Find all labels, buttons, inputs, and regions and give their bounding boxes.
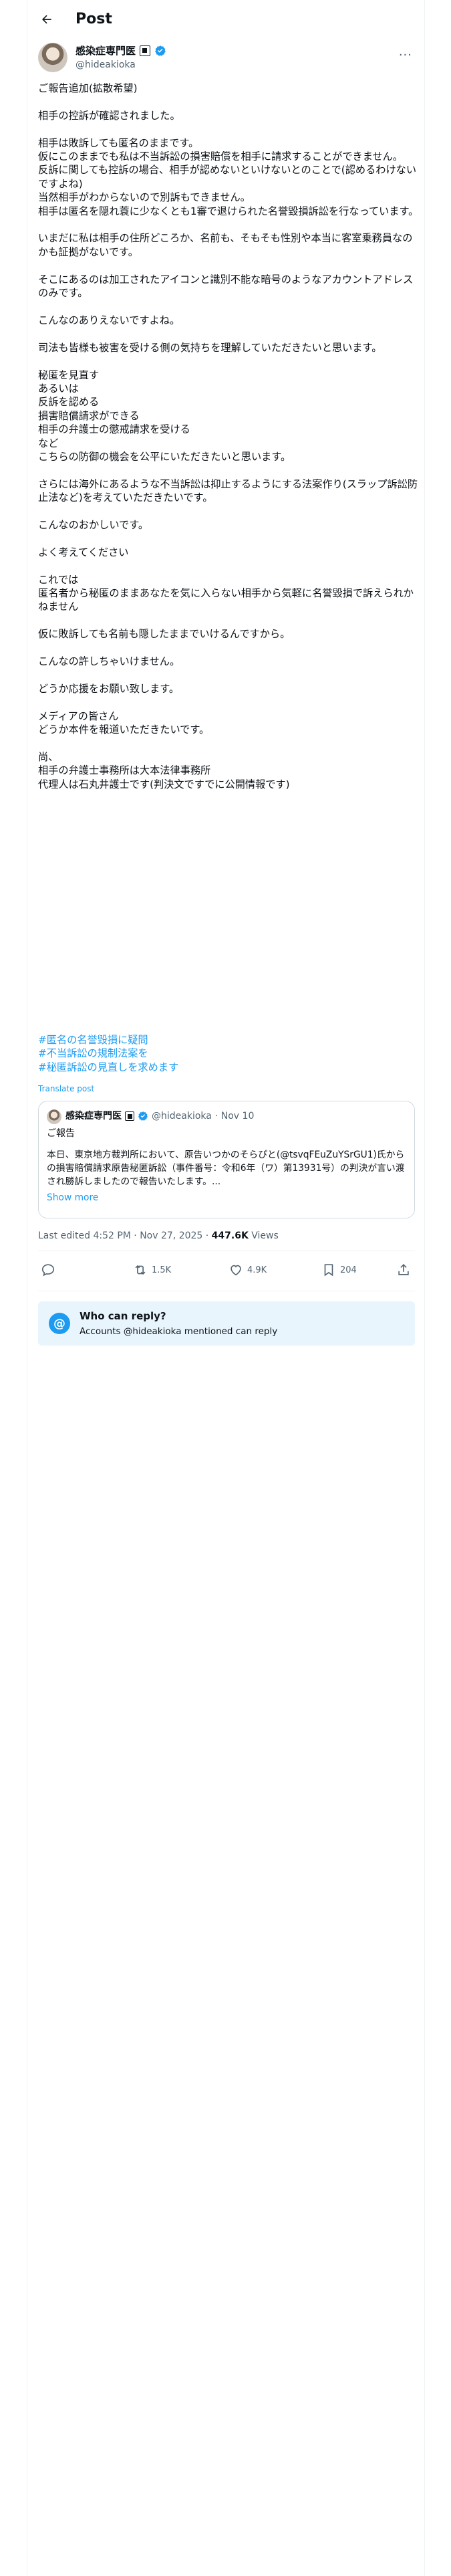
more-options-icon[interactable]: ··· [399, 48, 412, 62]
hashtag-link[interactable]: #不当訴訟の規制法案を [38, 1047, 178, 1060]
views-count: 447.6K [211, 1230, 249, 1241]
bookmark-count: 204 [340, 1265, 357, 1275]
bookmark-button[interactable]: 204 [321, 1263, 357, 1277]
edited-timestamp[interactable]: Last edited 4:52 PM · Nov 27, 2025 · [38, 1230, 212, 1241]
square-tag-icon [140, 45, 151, 56]
quote-author-name: 感染症専門医 [65, 1111, 122, 1121]
at-sign-icon: @ [49, 1313, 70, 1334]
reply-restriction-subtitle: Accounts @hideakioka mentioned can reply [80, 1326, 278, 1337]
reply-restriction-title: Who can reply? [80, 1310, 166, 1322]
arrow-left-icon [42, 15, 51, 24]
like-count: 4.9K [247, 1265, 267, 1275]
back-button[interactable] [37, 9, 57, 29]
reply-icon [41, 1264, 55, 1277]
avatar[interactable] [38, 43, 67, 72]
quote-body: 本日、東京地方裁判所において、原告いつかのそらぴと(@tsvqFEuZuYSrG… [47, 1150, 405, 1187]
author-name-row: 感染症専門医 [76, 44, 166, 58]
like-button[interactable]: 4.9K [229, 1263, 267, 1277]
views-label: Views [248, 1230, 279, 1241]
show-more-link[interactable]: Show more [47, 1192, 98, 1203]
author-handle[interactable]: @hideakioka [76, 59, 136, 71]
retweet-count: 1.5K [152, 1265, 172, 1275]
bookmark-icon [324, 1264, 333, 1277]
hashtag-link[interactable]: #匿名の名誉毀損に疑問 [38, 1033, 178, 1047]
tweet-text: ご報告追加(拡散希望) 相手の控訴が確認されました。 相手は敗訴しても匿名のまま… [38, 82, 419, 790]
translate-post-link[interactable]: Translate post [38, 1084, 94, 1093]
quoted-tweet-card[interactable]: 感染症専門医 @hideakioka · Nov 10 ご報告 本日、東京地方裁… [38, 1101, 415, 1218]
quote-date: · Nov 10 [214, 1111, 255, 1121]
reply-button[interactable] [41, 1263, 55, 1277]
quote-title: ご報告 [47, 1128, 75, 1139]
main-column: Post 感染症専門医 @hideakioka ··· ご報告追加(拡散希望) … [27, 0, 425, 2576]
share-button[interactable] [396, 1263, 411, 1277]
quote-header: 感染症専門医 @hideakioka · Nov 10 [65, 1109, 254, 1123]
share-icon [398, 1264, 409, 1275]
quote-author-handle: @hideakioka [152, 1111, 212, 1121]
tweet-meta: Last edited 4:52 PM · Nov 27, 2025 · 447… [38, 1229, 279, 1243]
hashtag-link[interactable]: #秘匿訴訟の見直しを求めます [38, 1061, 178, 1074]
hashtag-list: #匿名の名誉毀損に疑問 #不当訴訟の規制法案を #秘匿訴訟の見直しを求めます [38, 1033, 178, 1074]
verified-badge-icon [138, 1111, 148, 1121]
action-bar: 1.5K 4.9K 204 [38, 1252, 415, 1289]
heart-icon [231, 1265, 241, 1276]
page-title: Post [76, 11, 112, 27]
verified-badge-icon [155, 45, 166, 56]
author-header: 感染症専門医 @hideakioka ··· [38, 43, 415, 76]
quote-avatar [47, 1109, 61, 1124]
retweet-button[interactable]: 1.5K [133, 1263, 171, 1277]
reply-restriction-notice: @ Who can reply? Accounts @hideakioka me… [38, 1301, 415, 1346]
square-tag-icon [125, 1111, 134, 1121]
top-bar: Post [27, 0, 426, 39]
author-name[interactable]: 感染症専門医 [76, 44, 136, 58]
retweet-icon [135, 1265, 146, 1275]
